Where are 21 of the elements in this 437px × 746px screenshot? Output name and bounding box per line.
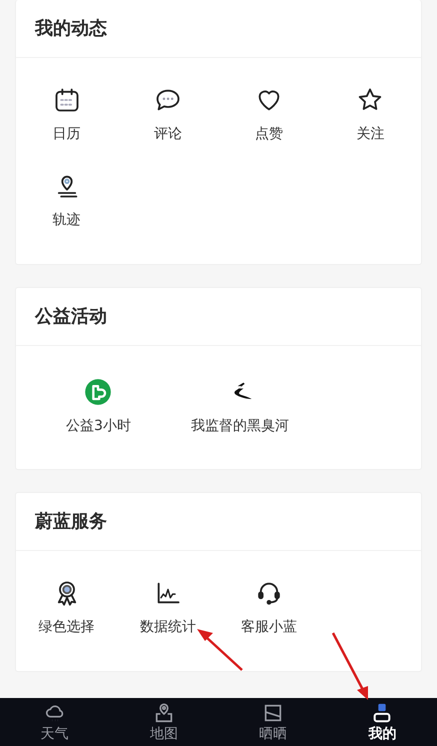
- menu-item-label[interactable]: 评论: [154, 124, 182, 144]
- section-title: 蔚蓝服务: [35, 510, 107, 534]
- menu-item-label[interactable]: 日历: [52, 124, 81, 144]
- menu-item-label[interactable]: 绿色选择: [38, 617, 95, 637]
- arrow: [332, 632, 368, 700]
- nav-tab[interactable]: 晒晒: [218, 698, 328, 746]
- menu-item-label[interactable]: 公益3小时: [66, 416, 131, 436]
- section-title: 公益活动: [35, 304, 107, 328]
- menu-item-label[interactable]: 数据统计: [140, 617, 196, 637]
- nav-tab[interactable]: 天气: [0, 698, 110, 746]
- calendar-icon: [52, 86, 81, 114]
- menu-item-label[interactable]: 点赞: [255, 124, 284, 144]
- menu-item-label[interactable]: 关注: [356, 124, 384, 144]
- arrow: [197, 629, 243, 671]
- menu-item-label[interactable]: 轨迹: [52, 210, 81, 230]
- person-icon: [371, 702, 394, 724]
- menu-item-label[interactable]: 我监督的黑臭河: [190, 416, 289, 436]
- nav-tab[interactable]: 我的: [328, 698, 437, 746]
- section-title: 我的动态: [35, 16, 107, 40]
- nav-tab[interactable]: 地图: [109, 698, 218, 746]
- menu-item-label[interactable]: 客服小蓝: [241, 617, 298, 637]
